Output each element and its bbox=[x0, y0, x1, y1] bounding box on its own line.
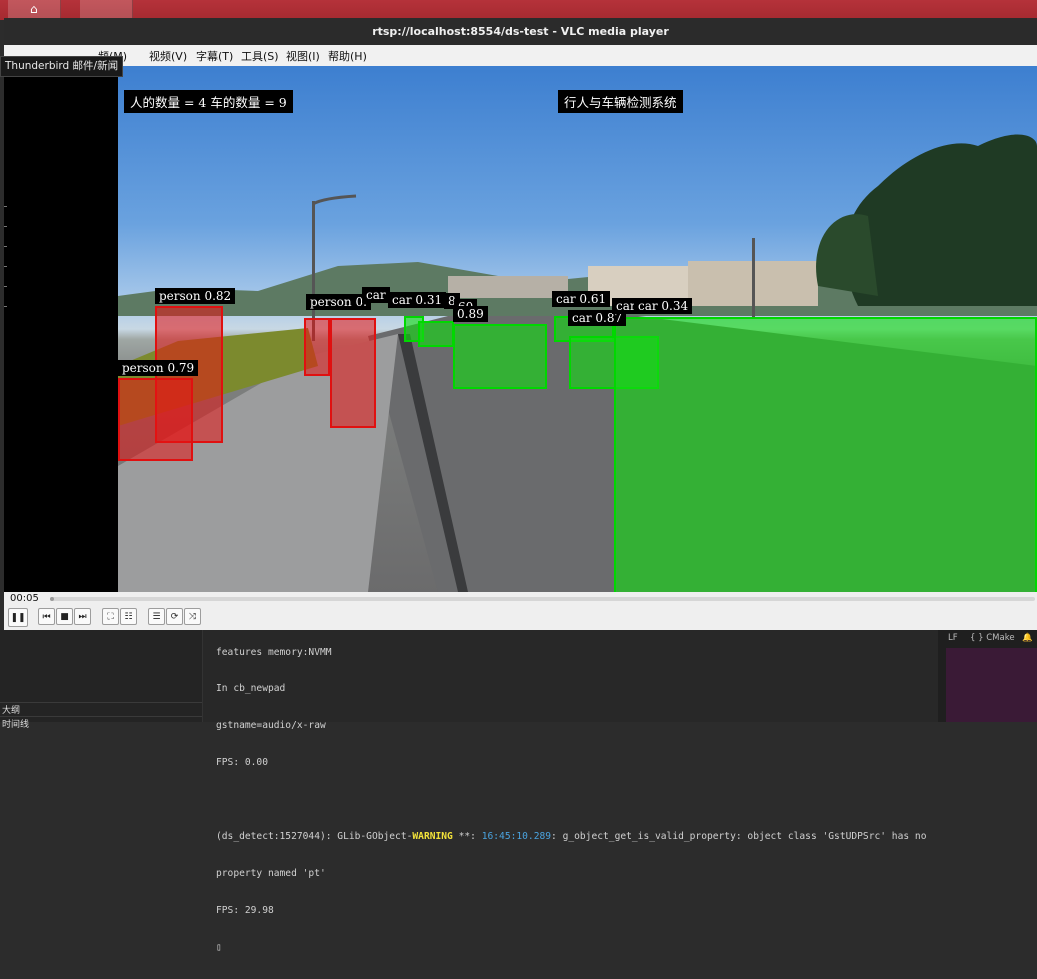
playlist-button[interactable]: ☰ bbox=[148, 608, 165, 625]
vlc-window: rtsp://localhost:8554/ds-test - VLC medi… bbox=[4, 18, 1037, 630]
terminal-line: (ds_detect:1527044): GLib-GObject-WARNIN… bbox=[216, 831, 936, 843]
car-detection-box bbox=[418, 321, 454, 347]
fullscreen-button[interactable]: ⛶ bbox=[102, 608, 119, 625]
stop-icon: ■ bbox=[60, 612, 69, 622]
thunderbird-tooltip: Thunderbird 邮件/新闻 bbox=[0, 56, 124, 77]
window-title: rtsp://localhost:8554/ds-test - VLC medi… bbox=[4, 18, 1037, 45]
terminal-panel: 大纲 时间线 features memory:NVMM In cb_newpad… bbox=[0, 630, 1037, 953]
car-detection-box bbox=[614, 317, 1037, 592]
menu-subtitle[interactable]: 字幕(T) bbox=[196, 48, 233, 64]
desktop-top-bar: ⌂ bbox=[0, 0, 1037, 20]
terminal-cursor: ▯ bbox=[216, 941, 222, 953]
sidebar-item-timeline[interactable]: 时间线 bbox=[0, 716, 202, 730]
terminal-line: FPS: 29.98 bbox=[216, 904, 274, 916]
home-folder-icon[interactable]: ⌂ bbox=[8, 0, 61, 20]
loop-button[interactable]: ⟳ bbox=[166, 608, 183, 625]
folder-icon[interactable] bbox=[80, 0, 133, 20]
log-timestamp: 16:45:10.289 bbox=[481, 831, 552, 843]
warning-keyword: WARNING bbox=[412, 831, 453, 843]
menu-view[interactable]: 视图(I) bbox=[286, 48, 320, 64]
playlist-icon: ☰ bbox=[152, 612, 161, 622]
person-detection-box bbox=[330, 318, 376, 428]
video-frame[interactable]: 人的数量 = 4 车的数量 = 9 行人与车辆检测系统 person 0.82 … bbox=[118, 66, 1037, 592]
left-black-panel bbox=[4, 66, 118, 592]
stop-button[interactable]: ■ bbox=[56, 608, 73, 625]
terminal-line: property named 'pt' bbox=[216, 867, 326, 879]
system-title-overlay: 行人与车辆检测系统 bbox=[558, 90, 683, 113]
seek-progress bbox=[50, 597, 54, 601]
log-text: : g_object_get_is_valid_property: object… bbox=[551, 831, 927, 843]
log-text: **: bbox=[452, 831, 482, 843]
edge-mark bbox=[4, 226, 7, 227]
edge-mark bbox=[4, 286, 7, 287]
terminal-line: features memory:NVMM bbox=[216, 646, 332, 658]
minimap-area bbox=[946, 648, 1037, 722]
person-detection-box bbox=[304, 318, 330, 376]
menu-video[interactable]: 视频(V) bbox=[149, 48, 187, 64]
pause-button[interactable]: ❚❚ bbox=[8, 608, 28, 627]
detection-label: car bbox=[362, 287, 390, 303]
next-icon: ⏭ bbox=[78, 612, 87, 622]
editor-status-area: LF { } CMake 🔔 bbox=[938, 630, 1037, 722]
seek-slider[interactable] bbox=[50, 597, 1035, 601]
edge-mark bbox=[4, 306, 7, 307]
car-detection-box bbox=[453, 324, 547, 389]
detection-label: car 0.31 bbox=[388, 292, 447, 308]
sidebar-item-outline[interactable]: 大纲 bbox=[0, 702, 202, 716]
menu-tools[interactable]: 工具(S) bbox=[241, 48, 279, 64]
bell-icon[interactable]: 🔔 bbox=[1022, 633, 1033, 643]
log-text: (ds_detect:1527044): GLib-GObject- bbox=[216, 831, 413, 843]
menu-bar: 频(M) 视频(V) 字幕(T) 工具(S) 视图(I) 帮助(H) bbox=[4, 45, 1037, 67]
terminal-output: features memory:NVMM In cb_newpad gstnam… bbox=[216, 622, 936, 979]
terminal-line: FPS: 0.00 bbox=[216, 757, 268, 769]
person-detection-box bbox=[118, 378, 193, 461]
loop-icon: ⟳ bbox=[170, 612, 179, 622]
terminal-line: In cb_newpad bbox=[216, 683, 286, 695]
elapsed-time: 00:05 bbox=[10, 593, 39, 604]
line-ending-status[interactable]: LF bbox=[948, 633, 958, 643]
seek-area: 00:05 bbox=[4, 592, 1037, 606]
terminal-line: gstname=audio/x-raw bbox=[216, 720, 326, 732]
extended-settings-button[interactable]: ☷ bbox=[120, 608, 137, 625]
detection-label: 0.89 bbox=[453, 306, 488, 322]
detection-label: car 0.61 bbox=[552, 291, 611, 307]
detection-label: person 0.82 bbox=[155, 288, 236, 304]
menu-help[interactable]: 帮助(H) bbox=[328, 48, 367, 64]
previous-icon: ⏮ bbox=[42, 612, 51, 622]
detection-label: car 0.34 bbox=[634, 298, 693, 314]
editor-sidebar: 大纲 时间线 bbox=[0, 630, 203, 730]
object-count-overlay: 人的数量 = 4 车的数量 = 9 bbox=[124, 90, 293, 113]
previous-button[interactable]: ⏮ bbox=[38, 608, 55, 625]
pause-icon: ❚❚ bbox=[10, 613, 26, 623]
status-bar: LF { } CMake 🔔 bbox=[938, 631, 1037, 645]
fullscreen-icon: ⛶ bbox=[107, 612, 114, 622]
language-mode-status[interactable]: { } CMake bbox=[970, 633, 1015, 643]
next-button[interactable]: ⏭ bbox=[74, 608, 91, 625]
extended-settings-icon: ☷ bbox=[124, 612, 133, 622]
edge-mark bbox=[4, 206, 7, 207]
shuffle-button[interactable]: ⤨ bbox=[184, 608, 201, 625]
edge-mark bbox=[4, 266, 7, 267]
detection-label: person 0.79 bbox=[118, 360, 199, 376]
shuffle-icon: ⤨ bbox=[188, 612, 197, 622]
edge-mark bbox=[4, 246, 7, 247]
